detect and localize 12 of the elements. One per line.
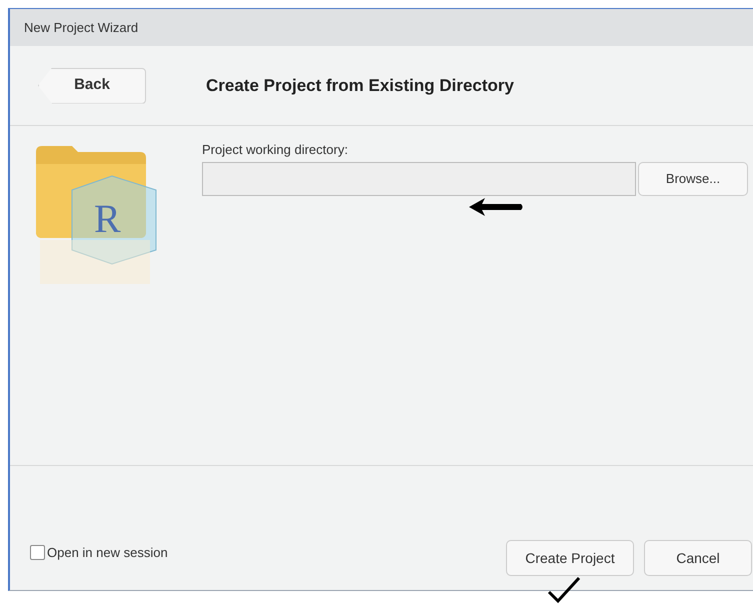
create-project-button[interactable]: Create Project bbox=[506, 540, 634, 576]
check-mark-icon bbox=[546, 576, 582, 604]
window-title: New Project Wizard bbox=[24, 18, 138, 37]
directory-field[interactable] bbox=[202, 162, 636, 196]
checkbox-label: Open in new session bbox=[47, 544, 168, 562]
cancel-button[interactable]: Cancel bbox=[644, 540, 752, 576]
page-title: Create Project from Existing Directory bbox=[206, 74, 514, 97]
arrow-icon bbox=[467, 196, 525, 218]
browse-button[interactable]: Browse... bbox=[638, 162, 748, 196]
back-button[interactable]: Back bbox=[38, 68, 146, 104]
checkbox[interactable] bbox=[30, 544, 45, 560]
field-label: Project working directory: bbox=[202, 141, 349, 159]
